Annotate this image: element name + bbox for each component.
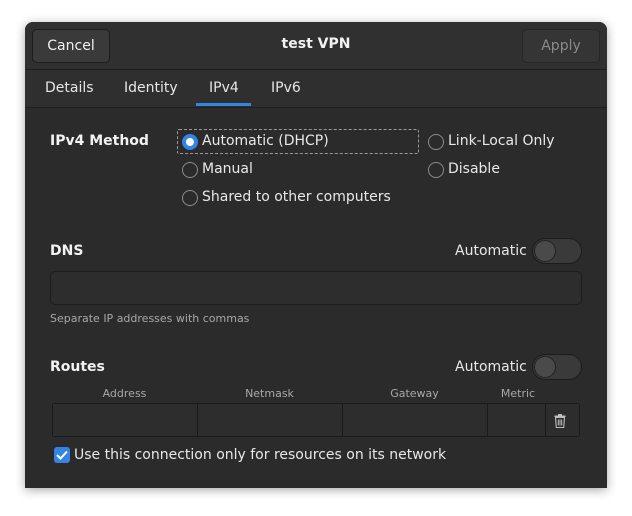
radio-link-local-label[interactable]: Link-Local Only: [448, 133, 555, 149]
active-tab-indicator: [196, 103, 251, 106]
route-gateway-input[interactable]: [343, 404, 488, 436]
dns-automatic-label: Automatic: [455, 243, 527, 259]
column-header-address: Address: [102, 387, 147, 400]
tab-bar: Details Identity IPv4 IPv6: [25, 70, 607, 108]
dns-label: DNS: [50, 243, 84, 259]
column-header-metric: Metric: [500, 387, 536, 400]
dns-input[interactable]: [50, 271, 582, 305]
tab-identity[interactable]: Identity: [124, 80, 178, 96]
radio-automatic-dhcp-label[interactable]: Automatic (DHCP): [202, 133, 329, 149]
route-metric-input[interactable]: [488, 404, 546, 436]
column-header-gateway: Gateway: [390, 387, 439, 400]
radio-shared-label[interactable]: Shared to other computers: [202, 189, 391, 205]
trash-icon: [554, 414, 566, 428]
routes-automatic-label: Automatic: [455, 359, 527, 375]
column-header-netmask: Netmask: [245, 387, 294, 400]
routes-automatic-switch[interactable]: [532, 354, 582, 380]
route-netmask-input[interactable]: [198, 404, 343, 436]
header-bar: Cancel test VPN Apply: [25, 22, 607, 70]
dialog-title: test VPN: [281, 36, 351, 52]
use-only-network-label[interactable]: Use this connection only for resources o…: [74, 447, 446, 463]
tab-ipv6[interactable]: IPv6: [271, 80, 301, 96]
radio-automatic-dhcp[interactable]: [182, 134, 198, 150]
routes-label: Routes: [50, 359, 105, 375]
tab-ipv4[interactable]: IPv4: [209, 80, 239, 96]
tab-details[interactable]: Details: [45, 80, 94, 96]
route-address-input[interactable]: [53, 404, 198, 436]
radio-disable-label[interactable]: Disable: [448, 161, 500, 177]
radio-manual[interactable]: [182, 162, 198, 178]
radio-disable[interactable]: [428, 162, 444, 178]
route-row: [52, 403, 580, 437]
dns-automatic-switch[interactable]: [532, 238, 582, 264]
dns-hint: Separate IP addresses with commas: [50, 312, 250, 325]
switch-knob: [534, 356, 556, 378]
use-only-network-checkbox[interactable]: [54, 447, 70, 463]
checkmark-icon: [56, 450, 68, 460]
vpn-settings-dialog: Cancel test VPN Apply Details Identity I…: [25, 22, 607, 488]
radio-shared[interactable]: [182, 190, 198, 206]
radio-manual-label[interactable]: Manual: [202, 161, 253, 177]
apply-button[interactable]: Apply: [522, 29, 600, 63]
delete-route-button[interactable]: [550, 411, 570, 431]
radio-link-local[interactable]: [428, 134, 444, 150]
ipv4-method-label: IPv4 Method: [50, 133, 149, 149]
switch-knob: [534, 240, 556, 262]
